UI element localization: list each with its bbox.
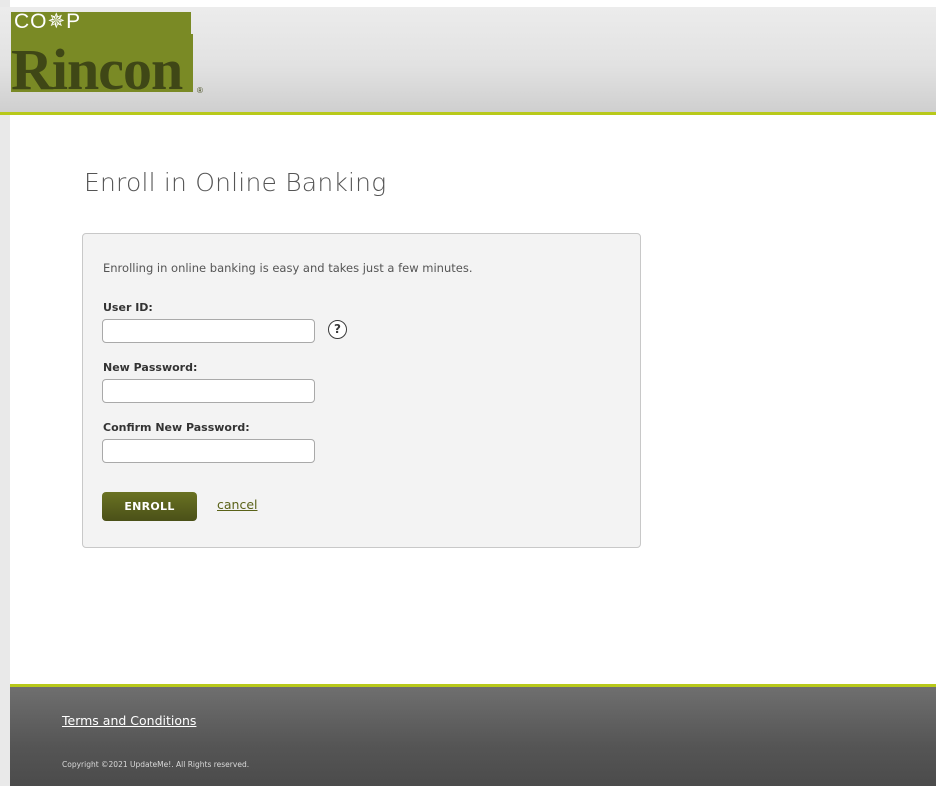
logo-top-band: CO✵P xyxy=(11,10,191,34)
logo-brand-band: Rincon xyxy=(11,34,193,102)
enroll-form-panel: Enrolling in online banking is easy and … xyxy=(82,233,641,548)
logo-top-text: CO✵P xyxy=(14,10,82,33)
user-id-input[interactable] xyxy=(102,319,315,343)
left-rail xyxy=(0,0,10,786)
logo-brand-text: Rincon xyxy=(11,37,183,102)
site-header: CO✵P Rincon ® xyxy=(0,7,936,115)
intro-text: Enrolling in online banking is easy and … xyxy=(103,261,473,275)
new-password-input[interactable] xyxy=(102,379,315,403)
confirm-password-label: Confirm New Password: xyxy=(103,421,250,434)
user-id-label: User ID: xyxy=(103,301,153,314)
page-title: Enroll in Online Banking xyxy=(84,168,387,197)
enroll-button[interactable]: ENROLL xyxy=(102,492,197,521)
registered-mark: ® xyxy=(197,86,203,95)
confirm-password-input[interactable] xyxy=(102,439,315,463)
coop-rincon-logo[interactable]: CO✵P Rincon ® xyxy=(11,10,203,102)
terms-and-conditions-link[interactable]: Terms and Conditions xyxy=(62,713,196,728)
site-footer: Terms and Conditions Copyright ©2021 Upd… xyxy=(10,684,936,786)
question-circle-icon[interactable]: ? xyxy=(328,320,347,339)
cancel-link[interactable]: cancel xyxy=(217,497,258,512)
copyright-text: Copyright ©2021 UpdateMe!. All Rights re… xyxy=(62,760,250,769)
new-password-label: New Password: xyxy=(103,361,198,374)
